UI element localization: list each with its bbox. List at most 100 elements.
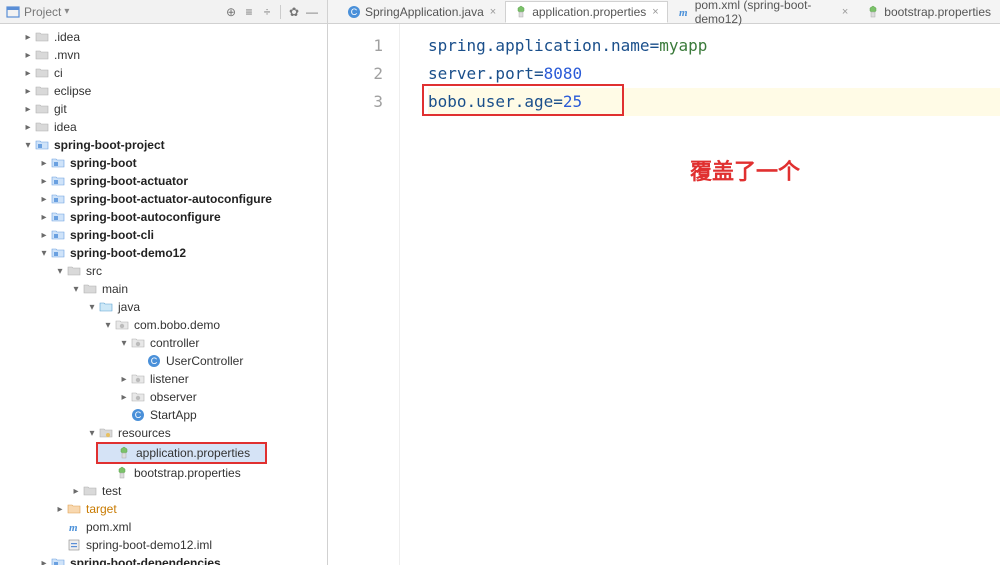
- code-line[interactable]: server.port=8080: [428, 60, 1000, 88]
- tree-row[interactable]: ▸application.properties: [98, 444, 265, 462]
- tree-label: observer: [150, 390, 197, 404]
- tree-row[interactable]: ▸.mvn: [0, 46, 327, 64]
- chevron-down-icon[interactable]: ▾: [118, 338, 130, 349]
- tree-label: spring-boot-dependencies: [70, 556, 221, 565]
- chevron-down-icon[interactable]: ▾: [70, 284, 82, 295]
- tree-row[interactable]: ▾spring-boot-demo12: [0, 244, 327, 262]
- tree-row[interactable]: ▸listener: [0, 370, 327, 388]
- chevron-right-icon[interactable]: ▸: [22, 32, 34, 43]
- code-content[interactable]: 覆盖了一个 spring.application.name=myappserve…: [400, 24, 1000, 565]
- chevron-down-icon[interactable]: ▾: [38, 248, 50, 259]
- chevron-right-icon[interactable]: ▸: [22, 122, 34, 133]
- chevron-down-icon[interactable]: ▾: [102, 320, 114, 331]
- tree-row[interactable]: ▸ spring-boot-actuator: [0, 172, 327, 190]
- tab-label: SpringApplication.java: [365, 5, 484, 19]
- editor-tabs: CSpringApplication.java×application.prop…: [328, 0, 1000, 24]
- chevron-right-icon[interactable]: ▸: [70, 486, 82, 497]
- tree-label: spring-boot-demo12.iml: [86, 538, 212, 552]
- chevron-right-icon[interactable]: ▸: [38, 158, 50, 169]
- chevron-right-icon[interactable]: ▸: [38, 176, 50, 187]
- close-icon[interactable]: ×: [842, 6, 848, 18]
- highlight-box: ▸application.properties: [96, 442, 267, 464]
- chevron-right-icon[interactable]: ▸: [22, 104, 34, 115]
- chevron-right-icon[interactable]: ▸: [54, 504, 66, 515]
- target-icon[interactable]: ⊕: [222, 3, 240, 21]
- editor-tab[interactable]: application.properties×: [505, 1, 668, 23]
- project-tree[interactable]: ▸.idea▸.mvn▸ci▸eclipse▸git▸idea▾spring-b…: [0, 24, 327, 565]
- chevron-down-icon[interactable]: ▾: [86, 302, 98, 313]
- editor-tab[interactable]: mpom.xml (spring-boot-demo12)×: [668, 1, 858, 23]
- class-icon: C: [146, 353, 162, 369]
- code-token: 25: [563, 92, 582, 111]
- tree-row[interactable]: ▸bootstrap.properties: [0, 464, 327, 482]
- module-icon: [50, 173, 66, 189]
- tree-row[interactable]: ▸spring-boot-actuator-autoconfigure: [0, 190, 327, 208]
- chevron-right-icon[interactable]: ▸: [118, 392, 130, 403]
- code-token: myapp: [659, 36, 707, 55]
- chevron-right-icon[interactable]: ▸: [22, 86, 34, 97]
- tree-row[interactable]: ▸spring-boot-autoconfigure: [0, 208, 327, 226]
- tree-row[interactable]: ▸CStartApp: [0, 406, 327, 424]
- chevron-right-icon[interactable]: ▸: [38, 558, 50, 565]
- expand-icon[interactable]: ≡: [240, 3, 258, 21]
- collapse-icon[interactable]: ÷: [258, 3, 276, 21]
- chevron-right-icon[interactable]: ▸: [118, 374, 130, 385]
- tree-label: spring-boot-actuator: [70, 174, 188, 188]
- sidebar-title[interactable]: Project ▾: [6, 5, 69, 19]
- chevron-right-icon[interactable]: ▸: [38, 212, 50, 223]
- tree-row[interactable]: ▸ci: [0, 64, 327, 82]
- package-icon: [114, 317, 130, 333]
- chevron-right-icon[interactable]: ▸: [22, 50, 34, 61]
- code-token: spring.application.name: [428, 36, 650, 55]
- folder-res-icon: [98, 425, 114, 441]
- minimize-icon[interactable]: —: [303, 3, 321, 21]
- tree-row[interactable]: ▸spring-boot: [0, 154, 327, 172]
- close-icon[interactable]: ×: [490, 6, 496, 18]
- tree-row[interactable]: ▾main: [0, 280, 327, 298]
- module-icon: [50, 555, 66, 565]
- tree-row[interactable]: ▸idea: [0, 118, 327, 136]
- svg-text:C: C: [135, 410, 142, 420]
- tree-row[interactable]: ▾java: [0, 298, 327, 316]
- tree-row[interactable]: ▸ observer: [0, 388, 327, 406]
- tree-row[interactable]: ▾com.bobo.demo: [0, 316, 327, 334]
- tree-label: test: [102, 484, 121, 498]
- editor-tab[interactable]: CSpringApplication.java×: [338, 1, 505, 23]
- tree-label: spring-boot-cli: [70, 228, 154, 242]
- code-area: 123 覆盖了一个 spring.application.name=myapps…: [328, 24, 1000, 565]
- tree-row[interactable]: ▸eclipse: [0, 82, 327, 100]
- line-number: 3: [328, 88, 383, 116]
- tree-row[interactable]: ▸ spring-boot-dependencies: [0, 554, 327, 565]
- tree-row[interactable]: ▸ test: [0, 482, 327, 500]
- code-line[interactable]: bobo.user.age=25: [428, 88, 1000, 116]
- code-token: =: [534, 64, 544, 83]
- chevron-down-icon[interactable]: ▾: [86, 428, 98, 439]
- settings-icon[interactable]: ✿: [285, 3, 303, 21]
- tree-row[interactable]: ▾src: [0, 262, 327, 280]
- tree-row[interactable]: ▸git: [0, 100, 327, 118]
- chevron-right-icon[interactable]: ▸: [38, 194, 50, 205]
- tree-row[interactable]: ▸ spring-boot-cli: [0, 226, 327, 244]
- chevron-right-icon[interactable]: ▸: [38, 230, 50, 241]
- editor-tab[interactable]: bootstrap.properties: [857, 1, 1000, 23]
- props-icon: [866, 5, 880, 19]
- tree-row[interactable]: ▾controller: [0, 334, 327, 352]
- tree-row[interactable]: ▾spring-boot-project: [0, 136, 327, 154]
- tree-row[interactable]: ▾resources: [0, 424, 327, 442]
- chevron-right-icon[interactable]: ▸: [22, 68, 34, 79]
- tree-row[interactable]: ▸target: [0, 500, 327, 518]
- line-number: 2: [328, 60, 383, 88]
- module-icon: [34, 137, 50, 153]
- line-gutter: 123: [328, 24, 400, 565]
- chevron-down-icon: ▾: [64, 6, 69, 17]
- module-icon: [50, 227, 66, 243]
- close-icon[interactable]: ×: [652, 6, 658, 18]
- chevron-down-icon[interactable]: ▾: [54, 266, 66, 277]
- tree-row[interactable]: ▸spring-boot-demo12.iml: [0, 536, 327, 554]
- tree-row[interactable]: ▸CUserController: [0, 352, 327, 370]
- tree-row[interactable]: ▸mpom.xml: [0, 518, 327, 536]
- chevron-down-icon[interactable]: ▾: [22, 140, 34, 151]
- tree-row[interactable]: ▸.idea: [0, 28, 327, 46]
- code-line[interactable]: spring.application.name=myapp: [428, 32, 1000, 60]
- module-icon: [50, 209, 66, 225]
